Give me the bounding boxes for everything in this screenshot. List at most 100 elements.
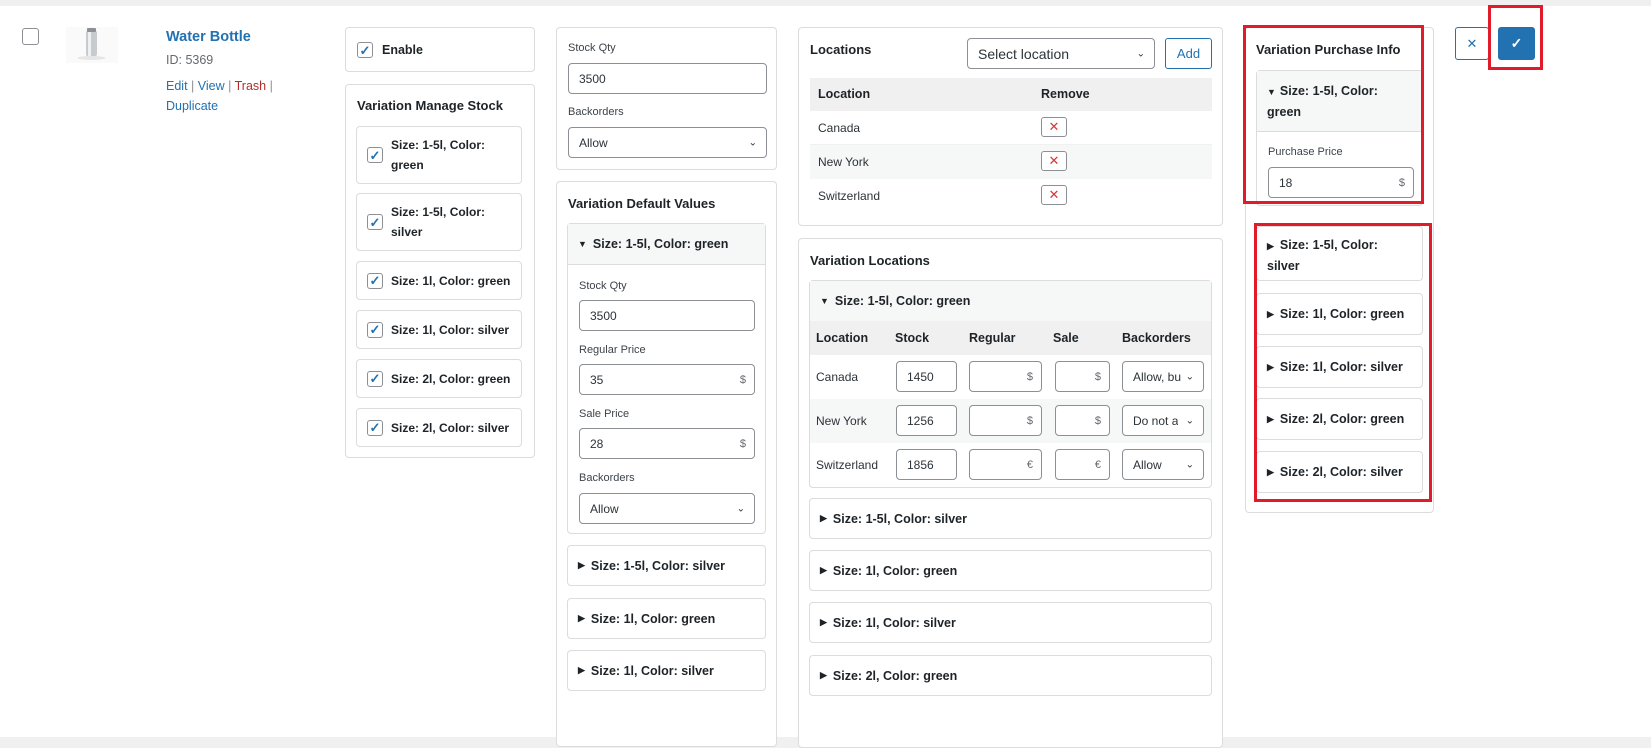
purchase-price-input[interactable]: 18 $ — [1268, 167, 1414, 198]
checkbox-icon[interactable]: ✓ — [367, 272, 383, 289]
variation-locations-open-accordion: ▼ Size: 1-5l, Color: green Location Stoc… — [809, 280, 1212, 488]
sale-price-label: Sale Price — [579, 408, 630, 420]
row-select-checkbox[interactable] — [22, 28, 39, 45]
location-backorders-select[interactable]: Allow ⌄ — [1122, 449, 1204, 480]
location-regular-input[interactable]: $ — [969, 361, 1042, 392]
purchase-open-accordion: ▼ Size: 1-5l, Color: green Purchase Price … — [1256, 70, 1423, 206]
triangle-right-icon: ▶ — [820, 565, 827, 575]
locations-panel: Locations Select location ⌄ Add Location… — [798, 27, 1223, 226]
manage-stock-title: Variation Manage Stock — [357, 98, 503, 113]
save-button[interactable]: ✓ — [1498, 27, 1535, 60]
manage-stock-item[interactable]: ✓ Size: 2l, Color: green — [356, 359, 522, 398]
purchase-info-title: Variation Purchase Info — [1256, 42, 1401, 57]
purchase-accordion[interactable]: ▶ Size: 1-5l, Color: silver — [1256, 226, 1423, 281]
default-values-accordion[interactable]: ▶ Size: 1l, Color: green — [567, 598, 766, 639]
manage-stock-panel: Variation Manage Stock ✓ Size: 1-5l, Col… — [345, 84, 535, 458]
location-backorders-select[interactable]: Allow, bu ⌄ — [1122, 361, 1204, 392]
manage-stock-item[interactable]: ✓ Size: 1-5l, Color: silver — [356, 193, 522, 251]
triangle-right-icon: ▶ — [820, 617, 827, 627]
regular-price-input[interactable]: 35 $ — [579, 364, 755, 395]
remove-x-icon[interactable]: ✕ — [1041, 151, 1067, 171]
table-row: New York 1256 $ $ Do not a ⌄ — [810, 399, 1211, 443]
purchase-accordion[interactable]: ▶ Size: 1l, Color: silver — [1256, 346, 1423, 388]
location-stock-input[interactable]: 1856 — [896, 449, 957, 480]
chevron-down-icon: ⌄ — [1136, 48, 1145, 59]
location-sale-input[interactable]: $ — [1055, 405, 1110, 436]
check-icon: ✓ — [1510, 35, 1523, 51]
close-icon: ✕ — [1466, 35, 1478, 51]
location-select[interactable]: Select location ⌄ — [967, 38, 1155, 69]
manage-stock-item[interactable]: ✓ Size: 1l, Color: green — [356, 261, 522, 300]
default-values-accordion[interactable]: ▶ Size: 1-5l, Color: silver — [567, 545, 766, 586]
variation-locations-accordion[interactable]: ▶ Size: 1l, Color: green — [809, 550, 1212, 591]
purchase-info-panel: Variation Purchase Info ▼ Size: 1-5l, Col… — [1245, 27, 1434, 513]
checkbox-icon[interactable]: ✓ — [367, 370, 383, 387]
edit-link[interactable]: Edit — [166, 79, 188, 93]
chevron-down-icon: ⌄ — [736, 503, 745, 514]
purchase-price-label: Purchase Price — [1268, 146, 1343, 158]
remove-x-icon[interactable]: ✕ — [1041, 185, 1067, 205]
locations-table-header: Location Remove — [810, 78, 1212, 111]
variation-locations-table-header: Location Stock Regular Sale Backorders — [810, 321, 1211, 355]
table-row: Canada ✕ — [810, 111, 1212, 145]
product-name-link[interactable]: Water Bottle — [166, 29, 251, 45]
row-actions: Edit | View | Trash | Duplicate — [166, 79, 273, 113]
backorders-select[interactable]: Allow ⌄ — [568, 127, 767, 158]
view-link[interactable]: View — [198, 79, 225, 93]
location-sale-input[interactable]: $ — [1055, 361, 1110, 392]
triangle-right-icon: ▶ — [1267, 241, 1274, 251]
accordion-header[interactable]: ▼ Size: 1-5l, Color: green — [568, 224, 765, 265]
checkbox-icon[interactable]: ✓ — [367, 419, 383, 436]
purchase-accordion[interactable]: ▶ Size: 1l, Color: green — [1256, 293, 1423, 335]
backorders-label: Backorders — [579, 472, 635, 484]
manage-stock-item[interactable]: ✓ Size: 2l, Color: silver — [356, 408, 522, 447]
table-row: New York ✕ — [810, 145, 1212, 179]
accordion-header[interactable]: ▼ Size: 1-5l, Color: green — [810, 281, 1211, 321]
location-sale-input[interactable]: € — [1055, 449, 1110, 480]
variation-locations-panel: Variation Locations ▼ Size: 1-5l, Color:… — [798, 238, 1223, 748]
triangle-down-icon: ▼ — [820, 296, 829, 306]
backorders-label: Backorders — [568, 106, 624, 118]
add-location-button[interactable]: Add — [1165, 38, 1212, 69]
default-backorders-select[interactable]: Allow ⌄ — [579, 493, 755, 524]
triangle-right-icon: ▶ — [1267, 466, 1274, 477]
locations-title: Locations — [810, 42, 872, 57]
accordion-header[interactable]: ▼ Size: 1-5l, Color: green — [1257, 71, 1422, 132]
checkbox-icon[interactable]: ✓ — [367, 321, 383, 338]
triangle-right-icon: ▶ — [1267, 361, 1274, 372]
checkbox-icon[interactable]: ✓ — [367, 214, 383, 230]
variation-locations-accordion[interactable]: ▶ Size: 2l, Color: green — [809, 655, 1212, 696]
default-values-accordion[interactable]: ▶ Size: 1l, Color: silver — [567, 650, 766, 691]
enable-panel: ✓ Enable — [345, 27, 535, 72]
location-backorders-select[interactable]: Do not a ⌄ — [1122, 405, 1204, 436]
variation-locations-accordion[interactable]: ▶ Size: 1-5l, Color: silver — [809, 498, 1212, 539]
variation-locations-accordion[interactable]: ▶ Size: 1l, Color: silver — [809, 602, 1212, 643]
location-regular-input[interactable]: $ — [969, 405, 1042, 436]
sale-price-input[interactable]: 28 $ — [579, 428, 755, 459]
chevron-down-icon: ⌄ — [1185, 459, 1194, 470]
stock-qty-input[interactable]: 3500 — [568, 63, 767, 94]
manage-stock-item[interactable]: ✓ Size: 1-5l, Color: green — [356, 126, 522, 184]
location-stock-input[interactable]: 1256 — [896, 405, 957, 436]
duplicate-link[interactable]: Duplicate — [166, 99, 218, 113]
default-values-title: Variation Default Values — [568, 196, 716, 211]
chevron-down-icon: ⌄ — [1185, 415, 1194, 426]
triangle-right-icon: ▶ — [1267, 413, 1274, 424]
purchase-accordion[interactable]: ▶ Size: 2l, Color: silver — [1256, 451, 1423, 493]
chevron-down-icon: ⌄ — [1185, 371, 1194, 382]
triangle-right-icon: ▶ — [1267, 308, 1274, 319]
triangle-right-icon: ▶ — [820, 670, 827, 680]
manage-stock-item[interactable]: ✓ Size: 1l, Color: silver — [356, 310, 522, 349]
regular-price-label: Regular Price — [579, 344, 646, 356]
location-stock-input[interactable]: 1450 — [896, 361, 957, 392]
purchase-accordion[interactable]: ▶ Size: 2l, Color: green — [1256, 398, 1423, 440]
cancel-button[interactable]: ✕ — [1455, 27, 1489, 60]
remove-x-icon[interactable]: ✕ — [1041, 117, 1067, 137]
default-stock-qty-input[interactable]: 3500 — [579, 300, 755, 331]
checkbox-icon[interactable]: ✓ — [367, 147, 383, 163]
chevron-down-icon: ⌄ — [748, 137, 757, 148]
stock-qty-label: Stock Qty — [579, 280, 627, 292]
location-regular-input[interactable]: € — [969, 449, 1042, 480]
enable-checkbox[interactable]: ✓ — [357, 42, 373, 58]
trash-link[interactable]: Trash — [235, 79, 267, 93]
